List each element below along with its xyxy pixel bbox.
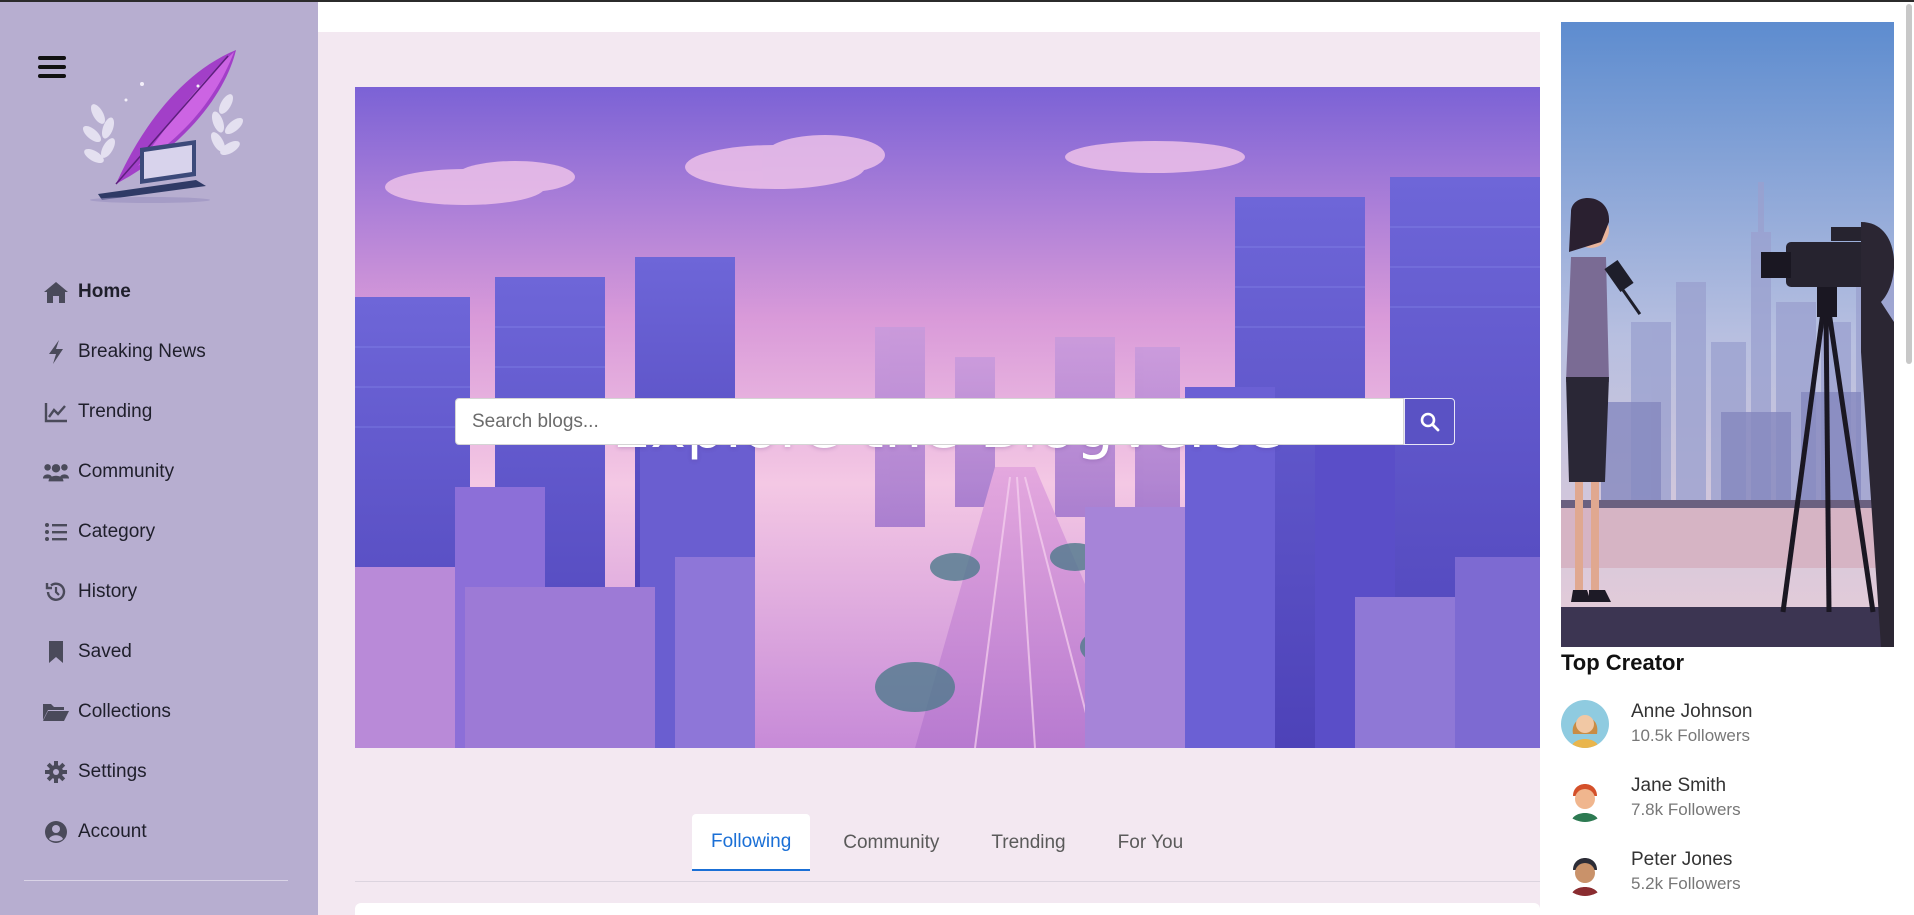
sidebar-item-collections[interactable]: Collections bbox=[42, 682, 302, 742]
sidebar-item-saved[interactable]: Saved bbox=[42, 622, 302, 682]
sidebar: Home Breaking News Trending Community Ca… bbox=[0, 0, 318, 915]
search-button[interactable] bbox=[1404, 398, 1455, 445]
sidebar-item-trending[interactable]: Trending bbox=[42, 382, 302, 442]
creator-name: Jane Smith bbox=[1631, 775, 1727, 796]
tab-following[interactable]: Following bbox=[692, 814, 811, 871]
reporter-illustration bbox=[1561, 22, 1894, 647]
creator-followers: 7.8k Followers bbox=[1631, 800, 1741, 819]
avatar bbox=[1561, 774, 1609, 822]
sidebar-item-community[interactable]: Community bbox=[42, 442, 302, 502]
blog-logo bbox=[82, 50, 244, 203]
sidebar-divider bbox=[24, 880, 288, 881]
home-icon bbox=[42, 278, 70, 306]
sidebar-item-label: Community bbox=[78, 461, 175, 482]
gear-icon bbox=[42, 758, 70, 786]
creator-name: Anne Johnson bbox=[1631, 701, 1753, 722]
hamburger-menu-icon[interactable] bbox=[38, 56, 66, 78]
sidebar-item-breaking-news[interactable]: Breaking News bbox=[42, 322, 302, 382]
hero-banner: Explore the BlogVerse bbox=[355, 87, 1540, 748]
sidebar-item-label: History bbox=[78, 581, 138, 602]
list-icon bbox=[42, 518, 70, 546]
history-icon bbox=[42, 578, 70, 606]
sidebar-item-label: Category bbox=[78, 521, 156, 542]
sidebar-nav: Home Breaking News Trending Community Ca… bbox=[42, 262, 302, 862]
top-creator-heading: Top Creator bbox=[1561, 650, 1685, 675]
sidebar-item-label: Saved bbox=[78, 641, 132, 662]
tab-community[interactable]: Community bbox=[824, 814, 958, 871]
top-bar bbox=[318, 2, 1540, 32]
creator-name: Peter Jones bbox=[1631, 849, 1733, 870]
creator-followers: 5.2k Followers bbox=[1631, 874, 1741, 893]
search-bar bbox=[455, 398, 1455, 445]
creator-followers: 10.5k Followers bbox=[1631, 726, 1751, 745]
avatar bbox=[1561, 848, 1609, 896]
tab-for-you[interactable]: For You bbox=[1099, 814, 1203, 871]
bookmark-icon bbox=[42, 638, 70, 666]
sidebar-item-home[interactable]: Home bbox=[42, 262, 302, 322]
search-input[interactable] bbox=[455, 398, 1404, 445]
sidebar-item-label: Account bbox=[78, 821, 147, 842]
search-icon bbox=[1420, 412, 1439, 431]
tabs-divider bbox=[355, 881, 1540, 882]
sidebar-item-category[interactable]: Category bbox=[42, 502, 302, 562]
chart-line-icon bbox=[42, 398, 70, 426]
feed-card bbox=[355, 903, 1540, 915]
sidebar-item-account[interactable]: Account bbox=[42, 802, 302, 862]
sidebar-item-label: Breaking News bbox=[78, 341, 206, 362]
bolt-icon bbox=[42, 338, 70, 366]
creator-item[interactable]: Jane Smith 7.8k Followers bbox=[1561, 768, 1891, 828]
tab-trending[interactable]: Trending bbox=[972, 814, 1084, 871]
sidebar-item-label: Home bbox=[78, 281, 131, 302]
avatar bbox=[1561, 700, 1609, 748]
creator-item[interactable]: Anne Johnson 10.5k Followers bbox=[1561, 694, 1891, 754]
sidebar-item-history[interactable]: History bbox=[42, 562, 302, 622]
creator-item[interactable]: Peter Jones 5.2k Followers bbox=[1561, 842, 1891, 902]
sidebar-item-label: Collections bbox=[78, 701, 171, 722]
sidebar-item-settings[interactable]: Settings bbox=[42, 742, 302, 802]
window-top-border bbox=[0, 0, 1914, 2]
right-panel-scrollbar[interactable] bbox=[1906, 4, 1912, 364]
right-panel: Top Creator Anne Johnson 10.5k Followers… bbox=[1540, 0, 1914, 915]
users-icon bbox=[42, 458, 70, 486]
folder-open-icon bbox=[42, 698, 70, 726]
user-circle-icon bbox=[42, 818, 70, 846]
sidebar-item-label: Settings bbox=[78, 761, 147, 782]
feed-tabs: Following Community Trending For You bbox=[692, 814, 1216, 871]
sidebar-item-label: Trending bbox=[78, 401, 153, 422]
